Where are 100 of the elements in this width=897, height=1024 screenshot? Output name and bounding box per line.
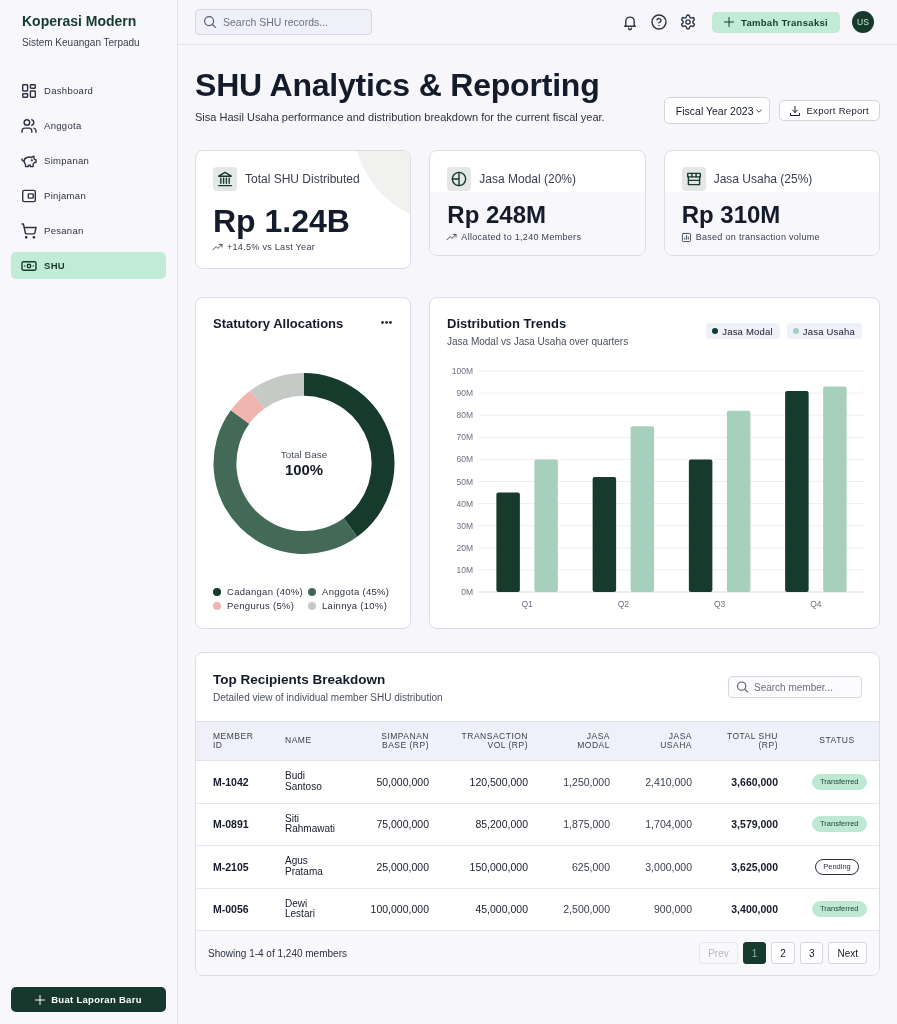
sidebar-item[interactable]: Pesanan	[11, 217, 166, 244]
amount-value: 1,875,000	[563, 818, 610, 831]
amount-value: 85,200,000	[475, 818, 528, 831]
export-report-button[interactable]: Export Report	[779, 100, 880, 121]
total-amount: 3,579,000	[731, 818, 778, 831]
plus-icon	[724, 17, 734, 27]
x-tick-label: Q4	[810, 599, 822, 609]
column-header: SIMPANAN BASE (RP)	[380, 731, 429, 751]
legend-label: Lainnya (10%)	[322, 600, 388, 612]
stat-value: Rp 1.24B	[213, 203, 350, 239]
stat-value: Rp 310M	[681, 201, 781, 229]
y-tick-label: 0M	[461, 587, 473, 597]
y-tick-label: 100M	[451, 366, 473, 376]
y-tick-label: 20M	[456, 542, 473, 553]
member-search-field[interactable]: Search member...	[728, 676, 862, 698]
total-amount: 3,400,000	[731, 903, 778, 916]
x-tick-label: Q1	[521, 599, 533, 609]
user-avatar[interactable]: US	[852, 11, 874, 33]
next-button[interactable]: Next	[828, 942, 867, 964]
more-icon[interactable]	[381, 321, 392, 324]
member-id: M-1042	[213, 775, 249, 788]
member-name: Budi Santoso	[285, 771, 323, 793]
y-tick-label: 10M	[456, 564, 473, 575]
sidebar-item[interactable]: Simpanan	[11, 147, 166, 174]
donut-center-label: Total Base	[280, 449, 328, 461]
amount-value: 25,000,000	[376, 860, 429, 873]
legend-label: Anggota (45%)	[322, 586, 390, 598]
pie-chart-icon	[447, 167, 472, 191]
x-tick-label: Q2	[617, 599, 630, 609]
plus-icon	[35, 994, 46, 1005]
y-tick-label: 30M	[456, 520, 473, 531]
stat-label: Jasa Usaha (25%)	[713, 172, 813, 186]
x-tick-label: Q3	[713, 599, 726, 609]
wallet-icon	[22, 188, 36, 203]
add-transaction-button[interactable]: Tambah Transaksi	[712, 11, 840, 33]
stat-note: +14.5% vs Last Year	[227, 241, 315, 253]
showing-count: Showing 1-4 of 1,240 members	[208, 947, 347, 959]
amount-value: 900,000	[654, 903, 692, 916]
y-tick-label: 60M	[456, 454, 473, 465]
column-header: NAME	[285, 736, 312, 746]
stat-label: Jasa Modal (20%)	[479, 172, 577, 186]
bell-icon[interactable]	[623, 15, 637, 29]
amount-value: 1,250,000	[563, 775, 610, 788]
sidebar-item[interactable]: Pinjaman	[11, 182, 166, 209]
column-header: STATUS	[819, 736, 855, 746]
member-id: M-0891	[213, 818, 249, 831]
donut-center-value: 100%	[284, 462, 324, 479]
total-amount: 3,625,000	[731, 860, 778, 873]
cart-icon	[22, 223, 36, 238]
users-icon	[22, 118, 36, 133]
amount-value: 50,000,000	[376, 775, 429, 788]
column-header: JASA MODAL	[576, 731, 610, 751]
legend-label: Cadangan (40%)	[227, 586, 304, 598]
column-header: JASA USAHA	[659, 731, 692, 751]
table-subtitle: Detailed view of individual member SHU distribution	[213, 690, 443, 704]
column-header: MEMBER ID	[213, 731, 255, 751]
y-tick-label: 70M	[456, 432, 473, 443]
dashboard-icon	[22, 83, 36, 98]
member-name: Dewi Lestari	[285, 898, 316, 920]
amount-value: 100,000,000	[370, 903, 429, 916]
brand-name: Koperasi Modern	[21, 13, 137, 30]
amount-value: 1,704,000	[645, 818, 692, 831]
legend-label: Jasa Usaha	[802, 325, 855, 337]
new-report-button[interactable]: Buat Laporan Baru	[11, 987, 166, 1012]
trend-up-icon	[447, 232, 457, 242]
amount-value: 625,000	[572, 860, 610, 873]
amount-value: 45,000,000	[475, 903, 528, 916]
member-id: M-0056	[213, 903, 249, 916]
page-button[interactable]: 1	[742, 942, 767, 964]
legend-label: Pengurus (5%)	[227, 600, 295, 612]
table-title: Top Recipients Breakdown	[213, 670, 387, 688]
page-button[interactable]: 2	[771, 942, 795, 964]
settings-icon[interactable]	[681, 15, 695, 29]
sidebar-item[interactable]: Anggota	[11, 112, 166, 139]
amount-value: 75,000,000	[376, 818, 429, 831]
sidebar-item[interactable]: Dashboard	[11, 77, 166, 104]
store-icon	[681, 167, 706, 191]
bank-icon	[213, 167, 237, 191]
chart-title: Distribution Trends	[447, 316, 568, 332]
stat-value: Rp 248M	[447, 201, 547, 229]
help-icon[interactable]	[652, 15, 666, 29]
download-icon	[790, 105, 801, 116]
search-field[interactable]: Search SHU records...	[195, 9, 372, 35]
banknote-icon	[22, 258, 36, 273]
column-header: TRANSACTION VOL (RP)	[460, 731, 528, 751]
caret-icon	[755, 106, 764, 115]
y-tick-label: 90M	[456, 388, 473, 399]
page-button[interactable]: 3	[799, 942, 824, 964]
stat-note: Allocated to 1,240 Members	[461, 231, 582, 243]
sidebar-item[interactable]: SHU	[11, 252, 166, 279]
chart-subtitle: Jasa Modal vs Jasa Usaha over quarters	[447, 335, 629, 348]
stat-label: Total SHU Distributed	[245, 172, 360, 186]
bar-chart-icon	[681, 232, 691, 242]
amount-value: 150,000,000	[469, 860, 528, 873]
stat-note: Based on transaction volume	[695, 231, 820, 243]
total-amount: 3,660,000	[731, 775, 778, 788]
search-icon	[204, 16, 216, 28]
amount-value: 3,000,000	[645, 860, 692, 873]
fiscal-year-select[interactable]: Fiscal Year 2023	[663, 97, 771, 124]
trend-up-icon	[213, 242, 222, 252]
